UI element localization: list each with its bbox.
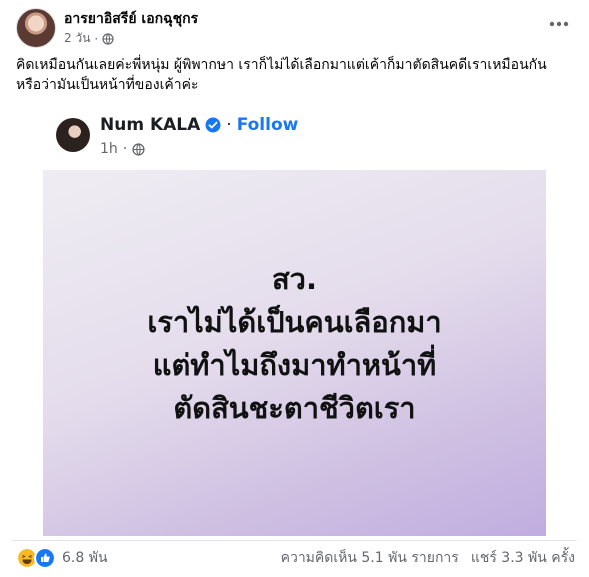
more-options-button[interactable] [547,12,571,36]
embedded-meta-separator: · [122,141,128,157]
quote-line: สว. [271,262,317,296]
embedded-meta: 1h · [100,141,145,157]
engagement-stats: ความคิดเห็น 5.1 พัน รายการ แชร์ 3.3 พัน … [281,547,575,569]
comments-count[interactable]: ความคิดเห็น 5.1 พัน รายการ [281,547,459,569]
embedded-author-name: Num KALA [100,115,201,135]
reaction-count[interactable]: 6.8 พัน [62,547,108,569]
quote-line: ตัดสินชะตาชีวิตเรา [173,391,416,425]
follow-link: Follow [236,115,299,135]
meta-separator: · [94,31,99,46]
reactions-summary[interactable]: 6.8 พัน [16,547,108,569]
verified-badge-icon [205,117,221,133]
embedded-post-image[interactable]: Num KALA · Follow 1h · สว. เราไม่ได้เป็น… [43,103,546,536]
author-name[interactable]: อารยาอิสรีย์ เอกฉุชุกร [64,8,198,30]
quote-line: เราไม่ได้เป็นคนเลือกมา [147,305,442,339]
more-horizontal-icon [549,21,569,27]
reaction-icons [16,547,56,569]
caption-line: คิดเหมือนกันเลยค่ะพี่หนุ่ม ผู้พิพากษา เร… [16,57,547,73]
facebook-post: อารยาอิสรีย์ เอกฉุชุกร 2 วัน · คิดเหมือน… [0,0,589,577]
globe-icon [132,142,145,156]
footer-divider [12,540,577,541]
embedded-author-avatar [56,118,90,152]
post-caption: คิดเหมือนกันเลยค่ะพี่หนุ่ม ผู้พิพากษา เร… [16,55,576,95]
quote-line: แต่ทำไมถึงมาทำหน้าที่ [152,348,437,382]
like-reaction-icon [34,547,56,569]
post-time[interactable]: 2 วัน [64,29,90,48]
globe-icon [102,32,114,45]
quote-card: สว. เราไม่ได้เป็นคนเลือกมา แต่ทำไมถึงมาท… [43,170,546,536]
embedded-separator: · [226,115,232,135]
caption-line: หรือว่ามันเป็นหน้าที่ของเค้าค่ะ [16,77,199,93]
shares-count[interactable]: แชร์ 3.3 พัน ครั้ง [471,547,575,569]
post-meta: 2 วัน · [64,29,114,48]
quote-text: สว. เราไม่ได้เป็นคนเลือกมา แต่ทำไมถึงมาท… [43,258,546,430]
embedded-author-row: Num KALA · Follow [100,115,298,135]
embedded-time: 1h [100,141,118,157]
author-avatar[interactable] [16,8,56,48]
